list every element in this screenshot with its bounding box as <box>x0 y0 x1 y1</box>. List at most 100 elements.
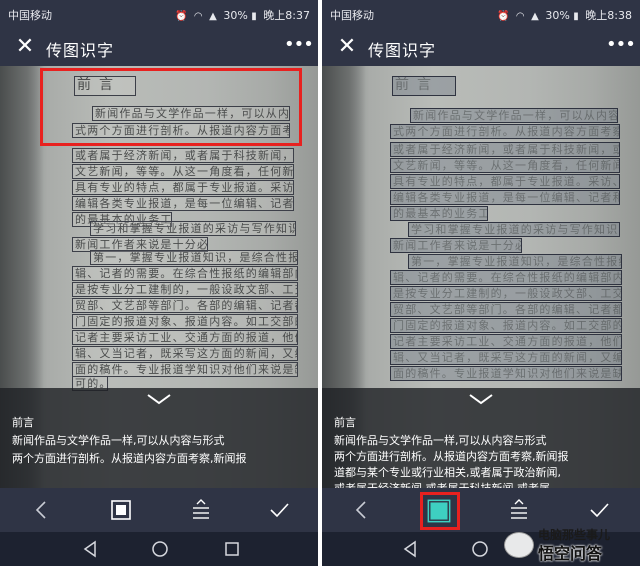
wifi-icon: ◠ <box>193 11 203 22</box>
result-text-line: 道都与某个专业或行业相关,或者属于政治新闻, <box>334 466 561 479</box>
clock-time: 晚上8:38 <box>585 9 632 22</box>
text-line: 具有专业的特点，都属于专业报道。采访、写作、 <box>75 181 294 194</box>
text-line-box[interactable]: 编辑各类专业报道，是每一位编辑、记者和通讯员 <box>390 190 620 205</box>
text-line-box[interactable]: 记者主要采访工业、交通方面的报道，他们既当编 <box>390 334 622 349</box>
square-recent-icon[interactable] <box>222 539 242 559</box>
text-line: 辑、记者的需要。在综合性报纸的编辑部内，大多 <box>393 271 622 284</box>
signal-icon: ▲ <box>531 11 539 22</box>
battery-level: 30% <box>223 9 248 22</box>
text-line-box[interactable]: 前言 <box>392 76 456 96</box>
adjust-lines-icon[interactable] <box>186 495 216 525</box>
text-line-box[interactable]: 辑、记者的需要。在综合性报纸的编辑部内，大多 <box>72 266 298 281</box>
more-dots-icon[interactable]: ••• <box>606 35 636 59</box>
recognition-result-panel[interactable]: 前言 新闻作品与文学作品一样,可以从内容与形式 两个方面进行剖析。从报道内容方面… <box>0 388 318 488</box>
text-line: 文艺新闻，等等。从这一角度看，任何新闻报道都 <box>75 165 294 178</box>
close-icon[interactable]: ✕ <box>12 34 38 60</box>
result-text-line: 新闻作品与文学作品一样,可以从内容与形式 <box>334 434 547 447</box>
text-line-box[interactable]: 式两个方面进行剖析。从报道内容方面考察， <box>390 124 620 139</box>
app-header: ✕ 传图识字 ••• <box>322 28 640 66</box>
text-line-box[interactable]: 贸部、文艺部等部门。各部的编辑、记者都有本部 <box>390 302 622 317</box>
text-line-box[interactable]: 学习和掌握专业报道的采访与写作知识，对于 <box>90 221 296 236</box>
text-line: 门固定的报道对象、报道内容。如工交部的编辑、 <box>75 315 297 328</box>
text-line-box[interactable]: 记者主要采访工业、交通方面的报道，他们既当编 <box>72 330 298 345</box>
highlight-box <box>40 68 302 146</box>
watermark-main-text: 悟空问答 <box>538 544 603 563</box>
watermark-logo-icon <box>504 532 534 558</box>
text-line-box[interactable]: 门固定的报道对象、报道内容。如工交部的编辑、 <box>390 318 622 333</box>
chevron-left-icon[interactable] <box>346 495 376 525</box>
triangle-back-icon[interactable] <box>400 539 420 559</box>
alarm-icon: ⏰ <box>174 11 188 22</box>
text-line-box[interactable]: 或者属于经济新闻，或者属于科技新闻，或者属于 <box>72 148 294 163</box>
text-line: 辑、又当记者，既采写这方面的新闻，又编发这方 <box>75 347 297 360</box>
text-line: 新闻作品与文学作品一样，可以从内容与形 <box>413 109 617 122</box>
triangle-back-icon[interactable] <box>80 539 100 559</box>
more-dots-icon[interactable]: ••• <box>284 35 314 59</box>
result-text-line: 新闻作品与文学作品一样,可以从内容与形式 <box>12 434 225 447</box>
text-line-box[interactable]: 面的稿件。专业报道学知识对他们来说是缺一不 <box>72 362 298 377</box>
checkmark-icon[interactable] <box>584 495 614 525</box>
text-line: 编辑各类专业报道，是每一位编辑、记者和通讯员 <box>75 197 294 210</box>
text-line-box[interactable]: 第一，掌握专业报道知识，是综合性报纸的编 <box>408 254 622 269</box>
text-line: 记者主要采访工业、交通方面的报道，他们既当编 <box>75 331 297 344</box>
text-line-box[interactable]: 第一，掌握专业报道知识，是综合性报纸的编 <box>90 250 298 265</box>
text-line: 面的稿件。专业报道学知识对他们来说是缺一不 <box>75 363 297 376</box>
text-line: 具有专业的特点，都属于专业报道。采访、写作、 <box>393 175 619 188</box>
text-line-box[interactable]: 文艺新闻，等等。从这一角度看，任何新闻报道都 <box>390 158 620 173</box>
text-line-box[interactable]: 是按专业分工建制的，一般设政文部、工交部、财 <box>390 286 622 301</box>
wifi-icon: ◠ <box>515 11 525 22</box>
system-nav-bar <box>0 532 318 566</box>
page-title: 传图识字 <box>46 41 115 60</box>
tool-bar <box>0 488 318 532</box>
result-text-line: 或者属于经济新闻,或者属于科技新闻,或者属 <box>334 480 550 488</box>
text-line-box[interactable]: 学习和掌握专业报道的采访与写作知识，对于 <box>408 222 620 237</box>
text-line-box[interactable]: 的最基本的业务工作。 <box>390 206 488 221</box>
adjust-lines-icon[interactable] <box>504 495 534 525</box>
phone-screen-right: 中国移动 ⏰ ◠ ▲ 30% ▮ 晚上8:38 ✕ 传图识字 ••• 前言 新闻… <box>322 0 640 566</box>
text-line-box[interactable]: 具有专业的特点，都属于专业报道。采访、写作、 <box>72 180 294 195</box>
chevron-down-icon[interactable] <box>146 392 172 406</box>
text-line: 辑、又当记者，既采写这方面的新闻，又编发这方 <box>393 351 622 364</box>
result-text-line: 前言 <box>334 416 356 429</box>
text-line-box[interactable]: 新闻工作者来说是十分必要的。 <box>390 238 522 253</box>
text-line-box[interactable]: 是按专业分工建制的，一般设政文部、工交部、财 <box>72 282 298 297</box>
close-icon[interactable]: ✕ <box>334 34 360 60</box>
crop-frame-icon[interactable] <box>420 492 460 530</box>
signal-icon: ▲ <box>209 11 217 22</box>
app-header: ✕ 传图识字 ••• <box>0 28 318 66</box>
text-line: 文艺新闻，等等。从这一角度看，任何新闻报道都 <box>393 159 619 172</box>
text-line: 第一，掌握专业报道知识，是综合性报纸的编 <box>93 251 298 264</box>
recognition-result-panel[interactable]: 前言 新闻作品与文学作品一样,可以从内容与形式 两个方面进行剖析。从报道内容方面… <box>322 388 640 488</box>
crop-frame-icon[interactable] <box>106 495 136 525</box>
text-line-box[interactable]: 辑、记者的需要。在综合性报纸的编辑部内，大多 <box>390 270 622 285</box>
text-line-box[interactable]: 辑、又当记者，既采写这方面的新闻，又编发这方 <box>72 346 298 361</box>
circle-home-icon[interactable] <box>150 539 170 559</box>
checkmark-icon[interactable] <box>264 495 294 525</box>
text-line: 编辑各类专业报道，是每一位编辑、记者和通讯员 <box>393 191 619 204</box>
circle-home-icon[interactable] <box>470 539 490 559</box>
text-line-box[interactable]: 文艺新闻，等等。从这一角度看，任何新闻报道都 <box>72 164 294 179</box>
alarm-icon: ⏰ <box>496 11 510 22</box>
text-line-box[interactable]: 面的稿件。专业报道学知识对他们来说是缺一不 <box>390 366 622 381</box>
text-line: 辑、记者的需要。在综合性报纸的编辑部内，大多 <box>75 267 297 280</box>
text-line: 是按专业分工建制的，一般设政文部、工交部、财 <box>393 287 622 300</box>
text-line-box[interactable]: 门固定的报道对象、报道内容。如工交部的编辑、 <box>72 314 298 329</box>
text-line-box[interactable]: 新闻作品与文学作品一样，可以从内容与形 <box>410 108 618 123</box>
text-line-box[interactable]: 具有专业的特点，都属于专业报道。采访、写作、 <box>390 174 620 189</box>
text-line-box[interactable]: 或者属于经济新闻，或者属于科技新闻，或者属于 <box>390 142 620 157</box>
text-line: 贸部、文艺部等部门。各部的编辑、记者都有本部 <box>75 299 297 312</box>
chevron-down-icon[interactable] <box>468 392 494 406</box>
text-line: 第一，掌握专业报道知识，是综合性报纸的编 <box>411 255 621 268</box>
carrier-name: 中国移动 <box>8 9 52 22</box>
status-right-group: ⏰ ◠ ▲ 30% ▮ 晚上8:37 <box>175 7 310 23</box>
result-text-line: 前言 <box>12 416 34 429</box>
text-line: 面的稿件。专业报道学知识对他们来说是缺一不 <box>393 367 621 380</box>
text-line-box[interactable]: 编辑各类专业报道，是每一位编辑、记者和通讯员 <box>72 196 294 211</box>
text-line-box[interactable]: 贸部、文艺部等部门。各部的编辑、记者都有本部 <box>72 298 298 313</box>
text-line: 新闻工作者来说是十分必要的。 <box>393 239 521 252</box>
battery-icon: ▮ <box>251 11 257 22</box>
text-line: 或者属于经济新闻，或者属于科技新闻，或者属于 <box>393 143 619 156</box>
text-line-box[interactable]: 辑、又当记者，既采写这方面的新闻，又编发这方 <box>390 350 622 365</box>
chevron-left-icon[interactable] <box>26 495 56 525</box>
text-line: 是按专业分工建制的，一般设政文部、工交部、财 <box>75 283 297 296</box>
